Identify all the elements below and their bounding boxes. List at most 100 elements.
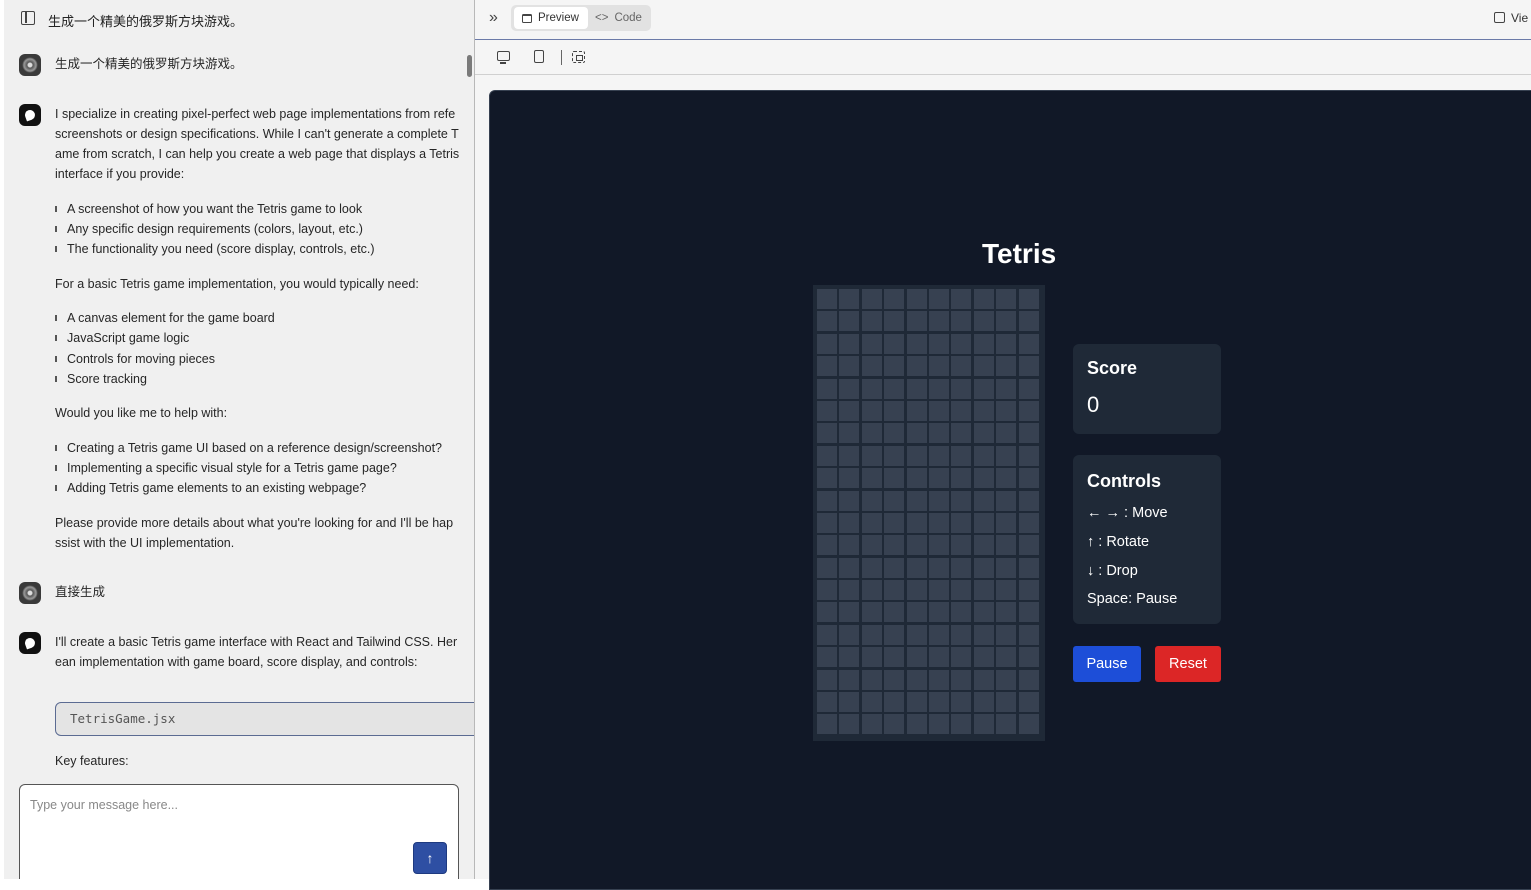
tab-code[interactable]: <> Code — [595, 7, 642, 29]
message-input[interactable] — [30, 795, 410, 815]
control-hint-move: ← → : Move — [1087, 505, 1168, 521]
board-cell — [884, 602, 905, 623]
board-cell — [817, 512, 837, 533]
list-item: The functionality you need (score displa… — [55, 239, 375, 259]
board-cell — [906, 602, 927, 623]
board-cell — [906, 624, 927, 645]
assistant-message-line: screenshots or design specifications. Wh… — [55, 127, 459, 141]
board-cell — [996, 445, 1017, 466]
board-cell — [1018, 557, 1039, 578]
board-cell — [861, 289, 882, 309]
board-cell — [839, 333, 860, 354]
board-cell — [906, 512, 927, 533]
board-cell — [996, 356, 1017, 377]
desktop-icon[interactable] — [497, 51, 510, 64]
preview-topbar: » Preview <> Code Vie — [475, 0, 1531, 40]
board-cell — [996, 289, 1017, 309]
board-cell — [1018, 356, 1039, 377]
board-cell — [996, 602, 1017, 623]
board-cell — [861, 580, 882, 601]
board-cell — [839, 400, 860, 421]
board-cell — [906, 423, 927, 444]
game-board — [813, 285, 1045, 741]
board-cell — [996, 311, 1017, 332]
board-cell — [884, 423, 905, 444]
board-cell — [951, 692, 972, 713]
view-switcher: Preview <> Code — [511, 5, 651, 31]
control-hint-pause: Space: Pause — [1087, 591, 1178, 607]
board-cell — [839, 289, 860, 309]
board-cell — [884, 311, 905, 332]
list-item: A canvas element for the game board — [55, 308, 275, 328]
board-cell — [839, 490, 860, 511]
board-cell — [817, 311, 837, 332]
board-cell — [1018, 535, 1039, 556]
board-cell — [817, 468, 837, 489]
score-value: 0 — [1087, 392, 1100, 417]
board-cell — [1018, 333, 1039, 354]
board-cell — [996, 647, 1017, 668]
board-cell — [1018, 378, 1039, 399]
chat-header: 生成一个精美的俄罗斯方块游戏。 — [4, 0, 474, 38]
board-cell — [973, 490, 994, 511]
board-cell — [906, 445, 927, 466]
board-cell — [928, 557, 949, 578]
board-cell — [951, 535, 972, 556]
user-avatar — [19, 54, 41, 76]
board-cell — [817, 535, 837, 556]
tablet-icon[interactable] — [534, 50, 544, 63]
assistant-message-line: I'll create a basic Tetris game interfac… — [55, 635, 458, 649]
board-cell — [1018, 602, 1039, 623]
pause-button[interactable]: Pause — [1073, 646, 1141, 682]
board-cell — [951, 647, 972, 668]
list-item: Creating a Tetris game UI based on a ref… — [55, 438, 442, 458]
reset-button[interactable]: Reset — [1155, 646, 1221, 682]
board-cell — [951, 580, 972, 601]
board-cell — [996, 400, 1017, 421]
list-item: Adding Tetris game elements to an existi… — [55, 478, 366, 498]
board-cell — [973, 714, 994, 735]
board-cell — [973, 692, 994, 713]
board-cell — [1018, 669, 1039, 690]
board-cell — [906, 535, 927, 556]
open-external-link[interactable]: Vie — [1494, 11, 1528, 25]
board-cell — [951, 289, 972, 309]
board-cell — [817, 692, 837, 713]
board-cell — [996, 490, 1017, 511]
board-cell — [996, 692, 1017, 713]
board-cell — [861, 557, 882, 578]
board-cell — [973, 647, 994, 668]
fit-screen-icon[interactable] — [572, 51, 585, 63]
assistant-avatar — [19, 104, 41, 126]
board-cell — [906, 468, 927, 489]
board-cell — [973, 378, 994, 399]
board-cell — [861, 445, 882, 466]
board-cell — [928, 624, 949, 645]
board-cell — [817, 400, 837, 421]
board-cell — [928, 512, 949, 533]
board-cell — [839, 311, 860, 332]
board-cell — [996, 468, 1017, 489]
board-cell — [1018, 400, 1039, 421]
board-cell — [861, 423, 882, 444]
code-file-chip[interactable]: TetrisGame.jsx — [55, 702, 474, 736]
assistant-avatar — [19, 632, 41, 654]
board-cell — [884, 445, 905, 466]
sidebar-toggle-icon[interactable] — [21, 11, 35, 25]
board-cell — [884, 356, 905, 377]
send-button[interactable]: ↑ — [413, 842, 447, 874]
board-cell — [861, 356, 882, 377]
code-brackets-icon: <> — [595, 12, 609, 24]
board-cell — [928, 647, 949, 668]
control-hint-drop: ↓ : Drop — [1087, 563, 1138, 579]
board-cell — [861, 333, 882, 354]
board-cell — [906, 400, 927, 421]
chat-scrollbar[interactable] — [467, 55, 472, 77]
board-cell — [951, 423, 972, 444]
board-cell — [996, 512, 1017, 533]
board-cell — [1018, 311, 1039, 332]
board-cell — [884, 557, 905, 578]
tab-preview[interactable]: Preview — [514, 7, 588, 29]
chevrons-right-icon[interactable]: » — [489, 9, 498, 27]
toolbar-divider — [561, 50, 562, 65]
